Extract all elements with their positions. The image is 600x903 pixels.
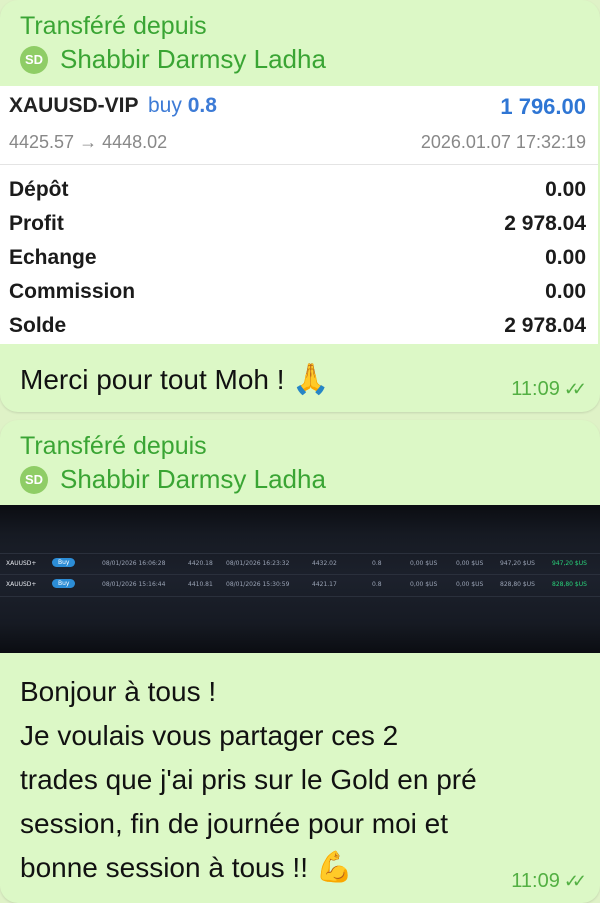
- row-label: Echange: [9, 246, 97, 269]
- forwarded-sender[interactable]: SD Shabbir Darmsy Ladha: [20, 464, 326, 495]
- row-value: 2 978.04: [504, 212, 586, 235]
- message-time: 11:09: [511, 378, 560, 400]
- message-text: Bonjour à tous ! Je voulais vous partage…: [20, 670, 477, 890]
- sender-name: Shabbir Darmsy Ladha: [60, 44, 326, 74]
- divider: [0, 553, 600, 554]
- buy-badge: Buy: [52, 579, 76, 588]
- trade-lot: 0.8: [187, 94, 217, 117]
- cell-volume: 0.8: [372, 560, 382, 567]
- message-bubble[interactable]: Transféré depuis SD Shabbir Darmsy Ladha…: [0, 0, 600, 412]
- summary-row: Dépôt 0.00: [0, 173, 598, 207]
- flexed-biceps-emoji: 💪: [315, 851, 354, 884]
- price-open: 4425.57: [9, 132, 75, 152]
- message-text: Merci pour tout Moh ! 🙏: [20, 358, 330, 402]
- message-line: trades que j'ai pris sur le Gold en pré: [20, 764, 477, 795]
- row-label: Profit: [9, 212, 64, 235]
- cell-commission: 0,00 $US: [456, 560, 484, 567]
- cell-close-time: 08/01/2026 15:30:59: [226, 581, 290, 588]
- forwarded-sender[interactable]: SD Shabbir Darmsy Ladha: [20, 44, 326, 75]
- summary-row: Profit 2 978.04: [0, 207, 598, 241]
- row-label: Dépôt: [9, 178, 69, 201]
- message-line: Merci pour tout Moh !: [20, 364, 285, 395]
- trade-row: XAUUSD+ Buy 08/01/2026 16:06:28 4420.18 …: [0, 555, 600, 573]
- message-time: 11:09: [511, 870, 560, 892]
- cell-open-time: 08/01/2026 16:06:28: [102, 560, 166, 567]
- trade-row: XAUUSD+ Buy 08/01/2026 15:16:44 4410.81 …: [0, 576, 600, 594]
- buy-badge: Buy: [52, 558, 76, 567]
- cell-swap: 0,00 $US: [410, 560, 438, 567]
- message-meta: 11:09 ✓✓: [511, 378, 587, 401]
- arrow-icon: →: [79, 132, 98, 152]
- cell-net: 947,20 $US: [552, 560, 587, 567]
- trade-history-screenshot[interactable]: XAUUSD+ Buy 08/01/2026 16:06:28 4420.18 …: [0, 505, 600, 653]
- trade-header: XAUUSD-VIP buy 0.8 1 796.00 4425.57 → 44…: [0, 86, 598, 165]
- message-line: Je voulais vous partager ces 2: [20, 720, 399, 751]
- cell-open-price: 4420.18: [188, 560, 213, 567]
- summary-row: Solde 2 978.04: [0, 309, 598, 343]
- message-meta: 11:09 ✓✓: [511, 870, 587, 893]
- message-line: session, fin de journée pour moi et: [20, 808, 449, 839]
- message-line: bonne session à tous !!: [20, 852, 308, 883]
- cell-close-price: 4432.02: [312, 560, 337, 567]
- cell-symbol: XAUUSD+: [6, 560, 37, 567]
- praying-hands-emoji: 🙏: [292, 363, 330, 396]
- cell-commission: 0,00 $US: [456, 581, 484, 588]
- avatar: SD: [20, 465, 48, 494]
- message-bubble[interactable]: Transféré depuis SD Shabbir Darmsy Ladha…: [0, 420, 600, 903]
- trade-card: XAUUSD-VIP buy 0.8 1 796.00 4425.57 → 44…: [0, 86, 598, 344]
- message-line: Bonjour à tous !: [20, 676, 217, 707]
- cell-close-time: 08/01/2026 16:23:32: [226, 560, 290, 567]
- trade-summary: Dépôt 0.00 Profit 2 978.04 Echange 0.00 …: [0, 173, 598, 343]
- cell-net: 828,80 $US: [552, 581, 587, 588]
- row-value: 0.00: [545, 178, 586, 201]
- trade-symbol-line: XAUUSD-VIP buy 0.8: [9, 94, 217, 118]
- trade-prices: 4425.57 → 4448.02: [9, 132, 167, 153]
- cell-swap: 0,00 $US: [410, 581, 438, 588]
- cell-volume: 0.8: [372, 581, 382, 588]
- trade-symbol: XAUUSD-VIP: [9, 94, 139, 117]
- cell-open-time: 08/01/2026 15:16:44: [102, 581, 166, 588]
- row-label: Commission: [9, 280, 136, 303]
- sender-name: Shabbir Darmsy Ladha: [60, 464, 326, 494]
- trade-datetime: 2026.01.07 17:32:19: [420, 132, 586, 152]
- summary-row: Commission 0.00: [0, 275, 598, 309]
- cell-symbol: XAUUSD+: [6, 581, 37, 588]
- cell-open-price: 4410.81: [188, 581, 213, 588]
- cell-gross: 828,80 $US: [500, 581, 535, 588]
- row-value: 0.00: [545, 280, 586, 303]
- trade-result: 1 796.00: [500, 94, 586, 119]
- summary-row: Echange 0.00: [0, 241, 598, 275]
- read-ticks-icon: ✓✓: [563, 871, 587, 891]
- message-line-last: bonne session à tous !! 💪: [20, 846, 477, 890]
- row-value: 2 978.04: [504, 314, 586, 337]
- row-label: Solde: [9, 314, 67, 337]
- cell-gross: 947,20 $US: [500, 560, 535, 567]
- trade-direction: buy: [147, 94, 182, 117]
- read-ticks-icon: ✓✓: [563, 379, 587, 399]
- cell-close-price: 4421.17: [312, 581, 337, 588]
- divider: [0, 574, 600, 575]
- forwarded-label: Transféré depuis: [20, 432, 207, 460]
- divider: [0, 596, 600, 597]
- price-close: 4448.02: [102, 132, 168, 152]
- row-value: 0.00: [545, 246, 586, 269]
- avatar: SD: [20, 45, 48, 74]
- forwarded-label: Transféré depuis: [20, 12, 207, 40]
